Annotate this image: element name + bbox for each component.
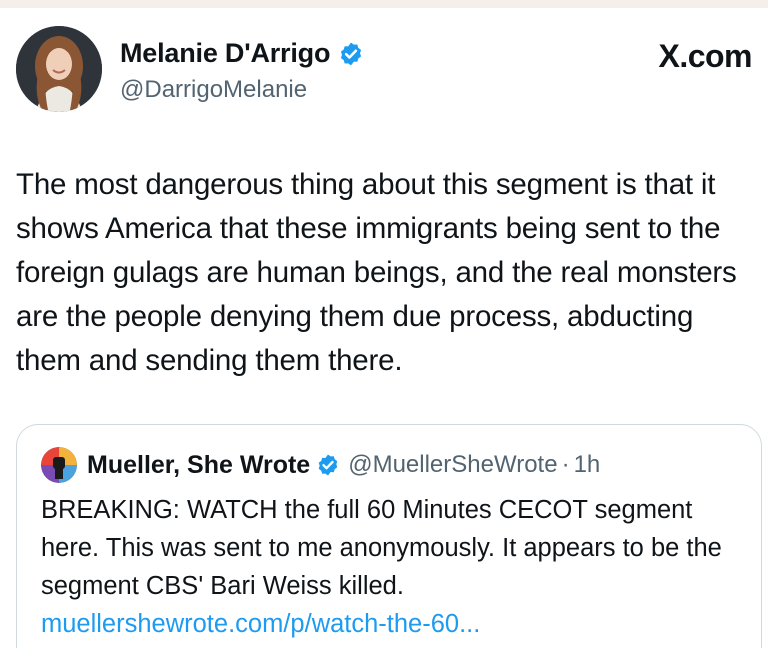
quoted-timestamp[interactable]: 1h — [574, 451, 601, 479]
author-display-name[interactable]: Melanie D'Arrigo — [120, 38, 330, 69]
author-name-row: Melanie D'Arrigo — [120, 38, 364, 69]
quoted-tweet-body: BREAKING: WATCH the full 60 Minutes CECO… — [41, 496, 722, 600]
quoted-tweet-link[interactable]: muellershewrote.com/p/watch-the-60... — [41, 605, 741, 643]
quoted-tweet-header: Mueller, She Wrote @MuellerSheWrote · 1h — [41, 447, 600, 483]
author-avatar[interactable] — [16, 26, 102, 112]
separator-dot: · — [561, 451, 570, 478]
top-strip — [0, 0, 768, 8]
tweet-header: Melanie D'Arrigo @DarrigoMelanie X.com — [16, 26, 752, 116]
rainbow-fist-avatar-icon — [41, 447, 77, 483]
author-handle[interactable]: @DarrigoMelanie — [120, 76, 307, 104]
quoted-tweet-text: BREAKING: WATCH the full 60 Minutes CECO… — [41, 491, 741, 643]
quoted-verified-badge-icon — [318, 454, 338, 476]
quoted-author-avatar[interactable] — [41, 447, 77, 483]
avatar-photo-icon — [16, 26, 102, 112]
tweet-text: The most dangerous thing about this segm… — [16, 168, 737, 377]
quoted-handle[interactable]: @MuellerSheWrote — [348, 451, 557, 479]
quoted-tweet-card[interactable]: Mueller, She Wrote @MuellerSheWrote · 1h… — [16, 424, 762, 648]
brand-label: X.com — [658, 38, 752, 74]
quoted-display-name[interactable]: Mueller, She Wrote — [87, 451, 310, 480]
verified-badge-icon — [341, 42, 362, 65]
